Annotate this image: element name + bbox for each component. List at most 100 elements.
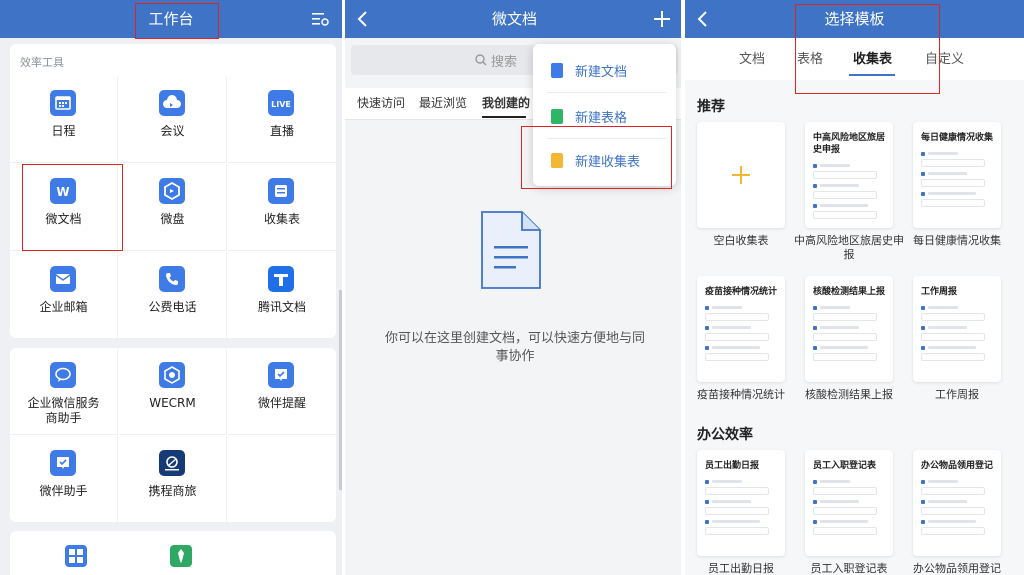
template-title: 员工出勤日报 bbox=[705, 461, 760, 471]
field-input-placeholder bbox=[813, 487, 877, 495]
app-label: 微伴提醒 bbox=[257, 396, 306, 410]
app-service-chat[interactable]: 企业微信服务商助手 bbox=[10, 348, 118, 435]
grid-app-icon[interactable] bbox=[65, 545, 87, 567]
tab-custom[interactable]: 自定义 bbox=[925, 48, 964, 67]
tab-sheet[interactable]: 表格 bbox=[797, 48, 823, 67]
app-live[interactable]: LIVE 直播 bbox=[228, 76, 336, 163]
form-template[interactable]: 核酸检测结果上报 bbox=[805, 276, 893, 382]
templates-header: 选择模板 bbox=[685, 0, 1024, 38]
template-title: 核酸检测结果上报 bbox=[813, 287, 886, 297]
field-label-placeholder bbox=[928, 326, 967, 329]
field-label-placeholder bbox=[928, 192, 976, 195]
tab-doc[interactable]: 文档 bbox=[739, 48, 765, 67]
add-icon[interactable] bbox=[652, 9, 672, 29]
field-marker bbox=[921, 346, 925, 350]
section-recommend: 推荐 bbox=[697, 99, 725, 115]
field-label-placeholder bbox=[928, 152, 958, 155]
app-label: 企业邮箱 bbox=[39, 300, 88, 314]
tab-created[interactable]: 我创建的 bbox=[482, 94, 530, 111]
field-label-placeholder bbox=[820, 480, 850, 483]
field-marker bbox=[813, 326, 817, 330]
field-input-placeholder bbox=[921, 179, 985, 187]
template-title: 每日健康情况收集 bbox=[921, 133, 994, 143]
tab-recent[interactable]: 最近浏览 bbox=[419, 94, 467, 111]
tie-app-icon[interactable] bbox=[170, 545, 192, 567]
field-label-placeholder bbox=[712, 520, 760, 523]
section-office: 办公效率 bbox=[697, 427, 753, 443]
app-phone[interactable]: 公费电话 bbox=[119, 252, 227, 338]
field-input-placeholder bbox=[813, 313, 877, 321]
field-label-placeholder bbox=[928, 346, 976, 349]
docs-header: 微文档 bbox=[345, 0, 684, 38]
menu-new-doc[interactable]: 新建文档 bbox=[533, 48, 676, 92]
app-ctrip[interactable]: 携程商旅 bbox=[119, 436, 227, 522]
form-template[interactable]: 员工入职登记表 bbox=[805, 450, 893, 556]
field-marker bbox=[921, 192, 925, 196]
doc-w-icon: W bbox=[50, 178, 76, 204]
field-input-placeholder bbox=[705, 487, 769, 495]
field-marker bbox=[921, 480, 925, 484]
field-marker bbox=[813, 204, 817, 208]
app-label: 收集表 bbox=[263, 212, 300, 226]
svg-text:W: W bbox=[56, 185, 69, 199]
field-marker bbox=[813, 500, 817, 504]
plus-icon bbox=[732, 166, 750, 184]
field-label-placeholder bbox=[712, 346, 760, 349]
tab-form[interactable]: 收集表 bbox=[853, 48, 892, 67]
field-marker bbox=[921, 500, 925, 504]
menu-new-sheet[interactable]: 新建表格 bbox=[533, 94, 676, 138]
field-input-placeholder bbox=[813, 211, 877, 219]
field-label-placeholder bbox=[928, 520, 976, 523]
docs-panel: 微文档 搜索 快速访问 最近浏览 我创建的 你可以在这里创建文档，可以快速方便地… bbox=[345, 0, 684, 575]
form-template[interactable]: 办公物品领用登记 bbox=[913, 450, 1001, 556]
workbench-title: 工作台 bbox=[148, 10, 194, 28]
form-template[interactable]: 每日健康情况收集 bbox=[913, 122, 1001, 228]
app-reminder[interactable]: 微伴提醒 bbox=[228, 348, 336, 435]
app-drive[interactable]: 微盘 bbox=[119, 164, 227, 251]
empty-document-icon bbox=[481, 211, 541, 289]
app-label: WECRM bbox=[149, 396, 196, 410]
ctrip-icon bbox=[159, 450, 185, 476]
app-mail[interactable]: 企业邮箱 bbox=[10, 252, 118, 338]
tab-quick-access[interactable]: 快速访问 bbox=[357, 94, 405, 111]
assistant-icon bbox=[50, 450, 76, 476]
form-template[interactable]: 工作周报 bbox=[913, 276, 1001, 382]
app-assistant[interactable]: 微伴助手 bbox=[10, 436, 118, 522]
field-marker bbox=[921, 306, 925, 310]
docs-title: 微文档 bbox=[491, 10, 537, 28]
sheet-icon bbox=[551, 109, 563, 124]
template-caption: 工作周报 bbox=[935, 388, 979, 401]
settings-list-icon[interactable] bbox=[310, 9, 330, 29]
app-doc-w[interactable]: W 微文档 bbox=[10, 164, 118, 251]
form-icon bbox=[268, 178, 294, 204]
empty-message: 你可以在这里创建文档，可以快速方便地与同事协作 bbox=[385, 331, 646, 364]
template-caption: 员工出勤日报 bbox=[708, 562, 774, 575]
app-label: 微文档 bbox=[45, 212, 82, 226]
app-form[interactable]: 收集表 bbox=[228, 164, 336, 251]
templates-title: 选择模板 bbox=[824, 10, 885, 28]
menu-new-form[interactable]: 新建收集表 bbox=[533, 138, 676, 182]
field-marker bbox=[705, 326, 709, 330]
field-input-placeholder bbox=[921, 527, 985, 535]
field-marker bbox=[705, 346, 709, 350]
template-title: 中高风险地区旅居史申报 bbox=[813, 133, 886, 155]
app-crm[interactable]: WECRM bbox=[119, 348, 227, 435]
app-cloud-meeting[interactable]: 会议 bbox=[119, 76, 227, 163]
phone-icon bbox=[159, 266, 185, 292]
field-input-placeholder bbox=[813, 353, 877, 361]
form-template[interactable]: 中高风险地区旅居史申报 bbox=[805, 122, 893, 228]
app-label: 公费电话 bbox=[148, 300, 197, 314]
field-input-placeholder bbox=[921, 353, 985, 361]
search-placeholder: 搜索 bbox=[491, 55, 518, 70]
reminder-icon bbox=[268, 362, 294, 388]
app-tencent-docs[interactable]: 腾讯文档 bbox=[228, 252, 336, 338]
template-title: 疫苗接种情况统计 bbox=[705, 287, 778, 297]
app-calendar[interactable]: 日程 bbox=[10, 76, 118, 163]
form-template[interactable]: 员工出勤日报 bbox=[697, 450, 785, 556]
form-template[interactable]: 疫苗接种情况统计 bbox=[697, 276, 785, 382]
blank-form-template[interactable] bbox=[697, 122, 785, 228]
field-input-placeholder bbox=[705, 507, 769, 515]
doc-icon bbox=[551, 63, 563, 78]
app-label: 会议 bbox=[160, 124, 185, 138]
field-label-placeholder bbox=[820, 306, 850, 309]
